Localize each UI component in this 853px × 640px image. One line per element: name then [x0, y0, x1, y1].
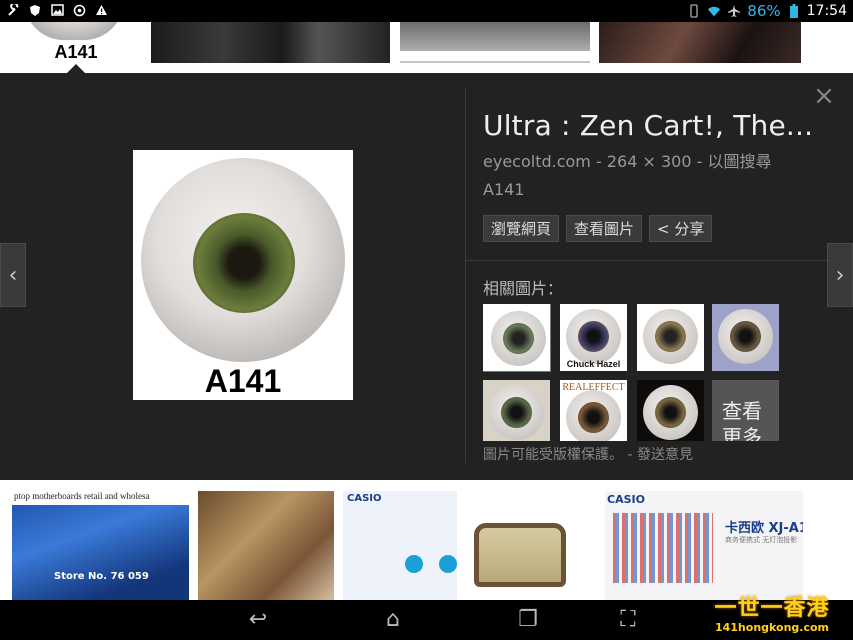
image-info: Ultra : Zen Cart!, The... eyecoltd.com -…: [483, 109, 823, 242]
result-thumb[interactable]: CASIO: [343, 491, 457, 600]
status-bar: 86% 17:54: [0, 0, 853, 22]
price-badge: [405, 555, 423, 573]
thumb-brand: CASIO: [607, 493, 645, 506]
iris: [501, 397, 532, 428]
search-by-image-link[interactable]: 以圖搜尋: [707, 152, 771, 171]
wifi-icon: [707, 4, 721, 18]
chevron-left-icon: ‹: [8, 262, 18, 288]
result-thumb[interactable]: [400, 22, 590, 63]
send-feedback-link[interactable]: - 發送意見: [627, 447, 693, 463]
result-thumb[interactable]: [198, 491, 334, 600]
iris: [578, 402, 609, 433]
thumb-brand: CASIO: [347, 493, 382, 504]
result-thumb[interactable]: ptop motherboards retail and wholesa Sto…: [12, 491, 189, 600]
related-image[interactable]: [483, 380, 550, 441]
close-icon[interactable]: ×: [812, 83, 836, 109]
preview-label: A141: [204, 363, 282, 399]
related-image[interactable]: [712, 304, 779, 371]
related-image[interactable]: [637, 304, 704, 371]
eye-thumbnail: [24, 22, 124, 40]
thumb-text: Store No. 76 059: [54, 571, 149, 582]
wrench-icon: [6, 3, 20, 17]
image-filename: A141: [483, 180, 525, 199]
screenshot-icon[interactable]: ⛶: [613, 608, 643, 632]
related-image[interactable]: [483, 304, 551, 372]
visit-page-button[interactable]: 瀏覽網頁: [483, 215, 560, 242]
sync-icon: [72, 3, 86, 17]
see-more-button[interactable]: 查看更多: [712, 380, 779, 441]
related-image[interactable]: Chuck Hazel: [560, 304, 627, 371]
result-thumb[interactable]: [466, 491, 596, 600]
clock: 17:54: [806, 3, 847, 19]
source-domain[interactable]: eyecoltd.com: [483, 152, 591, 171]
result-thumb[interactable]: CASIO 卡西欧 XJ-A1 商务便携式 无灯泡投影: [605, 491, 803, 600]
bottom-results-strip: ptop motherboards retail and wholesa Sto…: [0, 480, 853, 600]
share-button[interactable]: < 分享: [649, 215, 713, 242]
iris: [193, 213, 295, 313]
thumb-subtitle: 商务便携式 无灯泡投影: [725, 536, 798, 544]
thumb-label: A141: [54, 42, 98, 62]
eyeball-image: [141, 158, 345, 362]
sofa-image: [474, 523, 566, 587]
notification-icons: [6, 3, 108, 17]
thumb-header-text: ptop motherboards retail and wholesa: [12, 491, 189, 505]
iris: [503, 323, 534, 354]
image-icon: [50, 3, 64, 17]
meta-separator: -: [696, 152, 703, 171]
image-title[interactable]: Ultra : Zen Cart!, The...: [483, 109, 823, 142]
related-caption: Chuck Hazel: [566, 359, 621, 369]
result-thumb[interactable]: [599, 22, 801, 63]
top-results-strip: A141: [0, 22, 853, 73]
image-detail-panel: ‹ A141 × Ultra : Zen Cart!, The... eyeco…: [0, 73, 853, 480]
home-icon[interactable]: ⌂: [378, 608, 408, 632]
price-badge: [439, 555, 457, 573]
back-icon[interactable]: ↩: [243, 608, 273, 632]
chart-image: [613, 513, 713, 583]
section-divider: [466, 260, 853, 261]
warning-icon: [94, 3, 108, 17]
iris: [655, 321, 686, 352]
image-dimensions: 264 × 300: [606, 152, 692, 171]
iris: [730, 321, 761, 352]
result-thumb[interactable]: [151, 22, 390, 63]
action-buttons: 瀏覽網頁 查看圖片 < 分享: [483, 215, 823, 242]
shield-icon: [28, 3, 42, 17]
previous-image-button[interactable]: ‹: [0, 243, 26, 307]
related-images-heading: 相關圖片：: [483, 279, 564, 298]
system-icons: 86% 17:54: [687, 2, 847, 20]
next-image-button[interactable]: ›: [827, 243, 853, 307]
meta-separator: -: [595, 152, 602, 171]
vibrate-icon: [687, 4, 701, 18]
battery-percent: 86%: [747, 2, 781, 20]
result-thumb-selected[interactable]: A141: [10, 22, 142, 62]
iris: [655, 397, 686, 428]
copyright-notice: 圖片可能受版權保護。 - 發送意見: [483, 444, 693, 464]
panel-divider: [465, 87, 466, 463]
battery-icon: [787, 4, 801, 18]
recent-apps-icon[interactable]: ❐: [513, 608, 543, 632]
image-meta: eyecoltd.com - 264 × 300 - 以圖搜尋: [483, 148, 823, 172]
watermark-title: 一世一香港: [714, 596, 830, 621]
related-image[interactable]: [637, 380, 704, 441]
thumb-caption-strip: [400, 51, 590, 61]
watermark: 一世一香港 141hongkong.com: [697, 596, 847, 635]
thumb-title: 卡西欧 XJ-A1: [725, 521, 803, 536]
chevron-right-icon: ›: [835, 262, 845, 288]
airplane-icon: [727, 4, 741, 18]
related-image[interactable]: REALEFFECT: [560, 380, 627, 441]
related-images-grid: Chuck Hazel REALEFFECT 查看更多: [483, 304, 783, 441]
view-image-button[interactable]: 查看圖片: [566, 215, 643, 242]
iris: [578, 321, 609, 352]
watermark-url: 141hongkong.com: [714, 621, 830, 634]
image-preview[interactable]: A141: [133, 150, 353, 400]
copyright-text: 圖片可能受版權保護。: [483, 447, 623, 463]
